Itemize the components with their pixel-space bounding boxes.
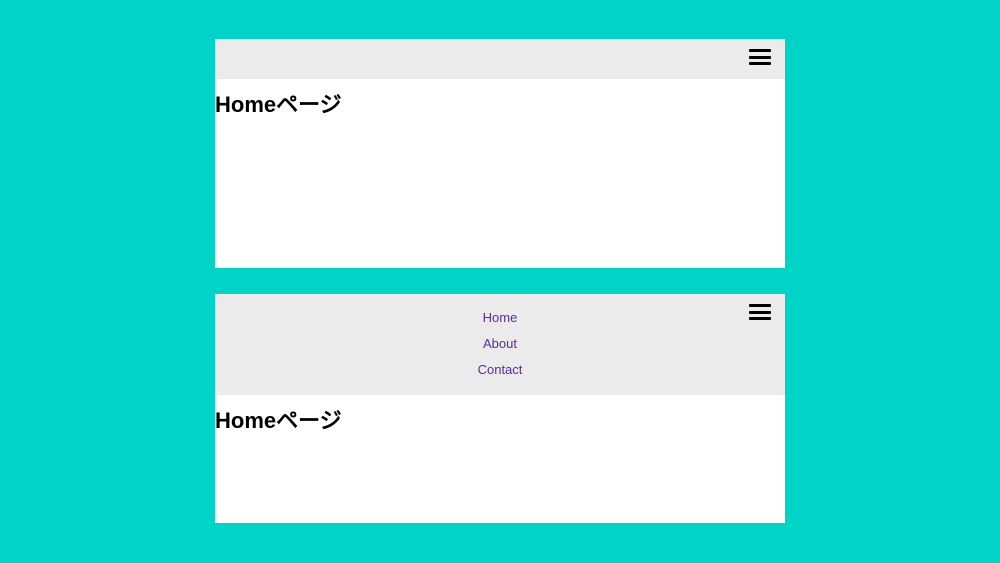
hamburger-menu-icon[interactable] — [749, 304, 771, 320]
navbar — [215, 39, 785, 79]
page-title: Homeページ — [215, 79, 785, 119]
nav-link-about[interactable]: About — [483, 336, 517, 351]
nav-link-home[interactable]: Home — [483, 310, 518, 325]
nav-menu: Home About Contact — [229, 304, 771, 377]
panel-closed-menu: Homeページ — [215, 39, 785, 268]
navbar: Home About Contact — [215, 294, 785, 395]
hamburger-menu-icon[interactable] — [749, 49, 771, 65]
panel-open-menu: Home About Contact Homeページ — [215, 294, 785, 523]
page-title: Homeページ — [215, 395, 785, 435]
nav-link-contact[interactable]: Contact — [478, 362, 523, 377]
